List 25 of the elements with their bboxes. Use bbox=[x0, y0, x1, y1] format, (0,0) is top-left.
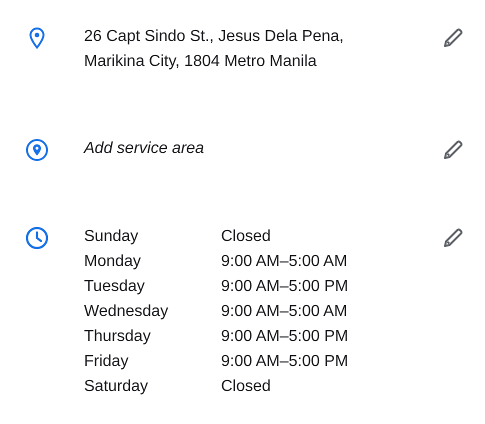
day-name: Tuesday bbox=[84, 277, 146, 297]
pencil-icon bbox=[441, 26, 465, 50]
address-line: 26 Capt Sindo St., Jesus Dela Pena, bbox=[84, 27, 345, 47]
day-name: Sunday bbox=[84, 227, 140, 247]
day-name: Wednesday bbox=[84, 302, 170, 322]
opening-hours: Closed bbox=[221, 377, 272, 397]
edit-button[interactable] bbox=[441, 138, 465, 162]
day-name: Saturday bbox=[84, 377, 150, 397]
edit-button[interactable] bbox=[441, 26, 465, 50]
clock-icon bbox=[25, 226, 49, 250]
opening-hours: 9:00 AM–5:00 PM bbox=[221, 327, 350, 347]
day-name: Thursday bbox=[84, 327, 152, 347]
opening-hours: 9:00 AM–5:00 PM bbox=[221, 277, 350, 297]
address-line: Marikina City, 1804 Metro Manila bbox=[84, 52, 318, 72]
pencil-icon bbox=[441, 226, 465, 250]
day-name: Friday bbox=[84, 352, 130, 372]
pencil-icon bbox=[441, 138, 465, 162]
edit-button[interactable] bbox=[441, 226, 465, 250]
opening-hours: 9:00 AM–5:00 AM bbox=[221, 252, 348, 272]
opening-hours: 9:00 AM–5:00 PM bbox=[221, 352, 350, 372]
opening-hours: Closed bbox=[221, 227, 272, 247]
location-circle-icon bbox=[25, 138, 49, 162]
add-service-area-link[interactable]: Add service area bbox=[84, 136, 441, 161]
day-name: Monday bbox=[84, 252, 142, 272]
opening-hours: 9:00 AM–5:00 AM bbox=[221, 302, 348, 322]
